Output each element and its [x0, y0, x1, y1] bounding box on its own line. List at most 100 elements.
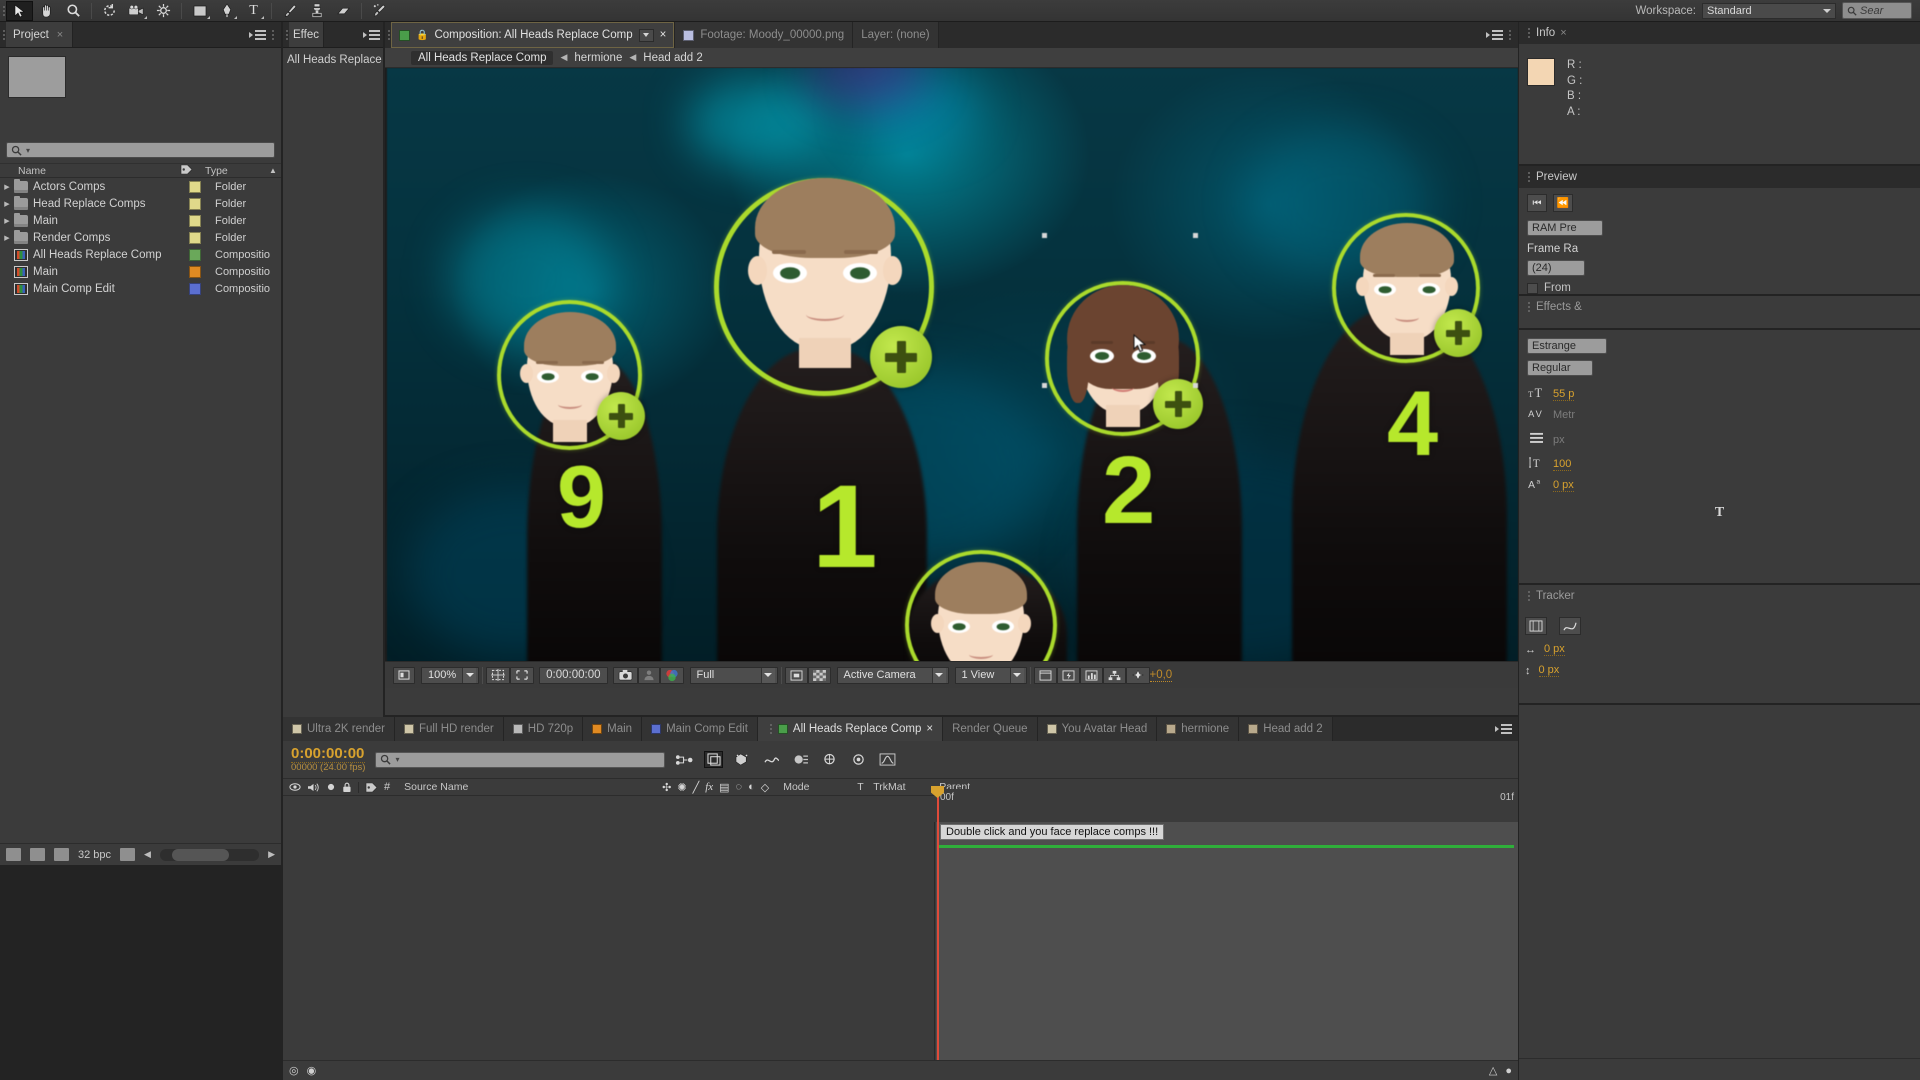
avatar-group-4[interactable] — [1332, 213, 1482, 363]
ram-preview-button[interactable]: RAM Pre — [1527, 220, 1603, 236]
panel-menu-icon[interactable] — [1495, 724, 1512, 734]
new-folder-icon[interactable] — [30, 848, 45, 861]
avatar-group-9[interactable] — [497, 300, 645, 450]
project-horizontal-scrollbar[interactable] — [159, 848, 260, 861]
enable-frame-blending-icon[interactable] — [762, 751, 781, 768]
rotation-tool-icon[interactable] — [96, 1, 123, 21]
add-head-button-1[interactable] — [870, 326, 932, 388]
twirl-right-icon[interactable]: ▶ — [0, 183, 14, 191]
timeline-search-input[interactable]: ▾ — [375, 751, 666, 768]
project-item-label-color[interactable] — [189, 231, 201, 244]
tracking-row[interactable]: AV Metr — [1527, 407, 1912, 423]
timeline-zoom-out-icon[interactable]: ◉ — [307, 1064, 317, 1077]
choose-grid-guide-options-icon[interactable] — [486, 666, 511, 684]
selection-handle-tr[interactable] — [1193, 233, 1198, 238]
eraser-tool-icon[interactable] — [330, 1, 357, 21]
tracker-value-x[interactable]: 0 px — [1544, 643, 1565, 656]
selection-handle-tl[interactable] — [1042, 233, 1047, 238]
timeline-layer-list[interactable] — [283, 822, 935, 1060]
project-item-row[interactable]: ▶ Main Folder — [0, 212, 281, 229]
from-current-time-row[interactable]: From — [1527, 282, 1912, 294]
pan-behind-tool-icon[interactable] — [150, 1, 177, 21]
twirl-right-icon[interactable]: ▶ — [0, 234, 14, 242]
project-item-label-color[interactable] — [189, 248, 201, 261]
take-snapshot-icon[interactable] — [612, 666, 638, 684]
sort-ascending-icon[interactable]: ▲ — [265, 166, 281, 175]
draft-3d-icon[interactable] — [704, 751, 724, 768]
project-item-label-color[interactable] — [189, 265, 201, 278]
magnification-select[interactable]: 100% — [421, 666, 480, 684]
effects-presets-grip[interactable] — [1525, 302, 1531, 312]
project-item-row[interactable]: ▶ Render Comps Folder — [0, 229, 281, 246]
frame-blend-icon[interactable]: ▤ — [719, 781, 729, 794]
zoom-tool-icon[interactable] — [60, 1, 87, 21]
camera-tool-icon[interactable] — [123, 1, 150, 21]
brush-tool-icon[interactable] — [276, 1, 303, 21]
selection-tool-icon[interactable] — [6, 0, 33, 21]
scroll-right-icon[interactable]: ▶ — [268, 849, 275, 860]
lock-icon[interactable] — [342, 782, 352, 793]
breadcrumb-item[interactable]: Head add 2 — [643, 52, 702, 64]
avatar-group-2[interactable] — [1045, 281, 1203, 436]
search-filter-chevron-icon[interactable]: ▾ — [395, 755, 399, 764]
view-layout-select[interactable]: 1 View — [954, 666, 1027, 684]
tracking-value[interactable]: Metr — [1553, 409, 1575, 421]
project-item-label-color[interactable] — [189, 197, 201, 210]
auto-keyframe-icon[interactable] — [849, 751, 868, 768]
region-of-interest-icon[interactable] — [510, 666, 535, 684]
bit-depth-label[interactable]: 32 bpc — [78, 849, 111, 861]
toggle-switches-modes-icon[interactable]: ◎ — [289, 1064, 299, 1077]
graph-editor-icon[interactable] — [878, 751, 897, 768]
track-camera-icon[interactable] — [1525, 617, 1547, 635]
quality-icon[interactable]: ╱ — [693, 781, 700, 794]
column-header-source-name[interactable]: Source Name — [396, 781, 656, 793]
search-filter-chevron-icon[interactable]: ▾ — [26, 146, 30, 155]
project-item-label-color[interactable] — [189, 180, 201, 193]
warp-stabilizer-icon[interactable] — [1559, 617, 1581, 635]
viewer-timecode[interactable]: 0:00:00:00 — [539, 666, 608, 684]
shape-tool-icon[interactable] — [186, 1, 213, 21]
font-family-select[interactable]: Estrange — [1527, 338, 1607, 354]
always-preview-this-view-icon[interactable] — [393, 666, 415, 684]
vertical-scale-row[interactable]: T 100 — [1527, 456, 1912, 472]
composition-panel-drag-handle[interactable] — [1506, 30, 1512, 40]
chevron-down-icon[interactable] — [638, 28, 654, 42]
close-icon[interactable]: × — [660, 29, 667, 41]
enable-motion-blur-icon[interactable] — [791, 751, 810, 768]
pen-tool-icon[interactable] — [213, 1, 240, 21]
type-tool-icon[interactable]: T — [240, 1, 267, 21]
go-to-start-icon[interactable]: ⏮ — [1527, 194, 1547, 212]
timeline-ruler[interactable]: 00f 01f — [936, 789, 1518, 805]
project-item-row[interactable]: ▶ Head Replace Comps Folder — [0, 195, 281, 212]
faux-bold-button[interactable]: T — [1527, 505, 1912, 521]
column-header-trkmat[interactable]: TrkMat — [865, 781, 931, 793]
avatar-group-1[interactable] — [714, 178, 934, 396]
project-panel-drag-handle[interactable] — [269, 29, 275, 40]
info-panel-grip[interactable] — [1525, 28, 1531, 38]
project-item-row[interactable]: Main Compositio — [0, 263, 281, 280]
delete-icon[interactable] — [120, 848, 136, 861]
solo-icon[interactable] — [326, 782, 336, 792]
close-icon[interactable]: × — [926, 723, 933, 735]
preview-panel-grip[interactable] — [1525, 172, 1531, 182]
step-back-icon[interactable]: ⏪ — [1553, 194, 1573, 212]
panel-menu-icon[interactable] — [249, 29, 266, 40]
baseline-shift-value[interactable]: 0 px — [1553, 479, 1574, 492]
project-panel-menu[interactable] — [249, 22, 281, 47]
column-header-name[interactable]: Name — [0, 165, 173, 177]
show-channel-icon[interactable] — [659, 666, 684, 684]
twirl-right-icon[interactable]: ▶ — [0, 217, 14, 225]
chevron-down-icon[interactable] — [462, 667, 477, 683]
show-snapshot-icon[interactable] — [637, 666, 660, 684]
column-header-type[interactable]: Type — [199, 165, 265, 177]
font-size-row[interactable]: TT 55 p — [1527, 386, 1912, 402]
help-search-input[interactable]: Sear — [1842, 2, 1912, 19]
timeline-zoom-in-icon[interactable]: ● — [1505, 1065, 1512, 1077]
comp-flowchart-icon[interactable] — [1102, 666, 1126, 684]
roto-brush-tool-icon[interactable] — [366, 1, 393, 21]
composition-viewer[interactable]: 9 1 2 4 100% 0:00:00:00 Full Active Came… — [385, 68, 1518, 688]
add-head-button-9[interactable] — [597, 392, 645, 440]
timeline-tab[interactable]: Render Queue — [943, 717, 1038, 741]
project-item-row[interactable]: Main Comp Edit Compositio — [0, 280, 281, 297]
new-composition-icon[interactable] — [6, 848, 21, 861]
